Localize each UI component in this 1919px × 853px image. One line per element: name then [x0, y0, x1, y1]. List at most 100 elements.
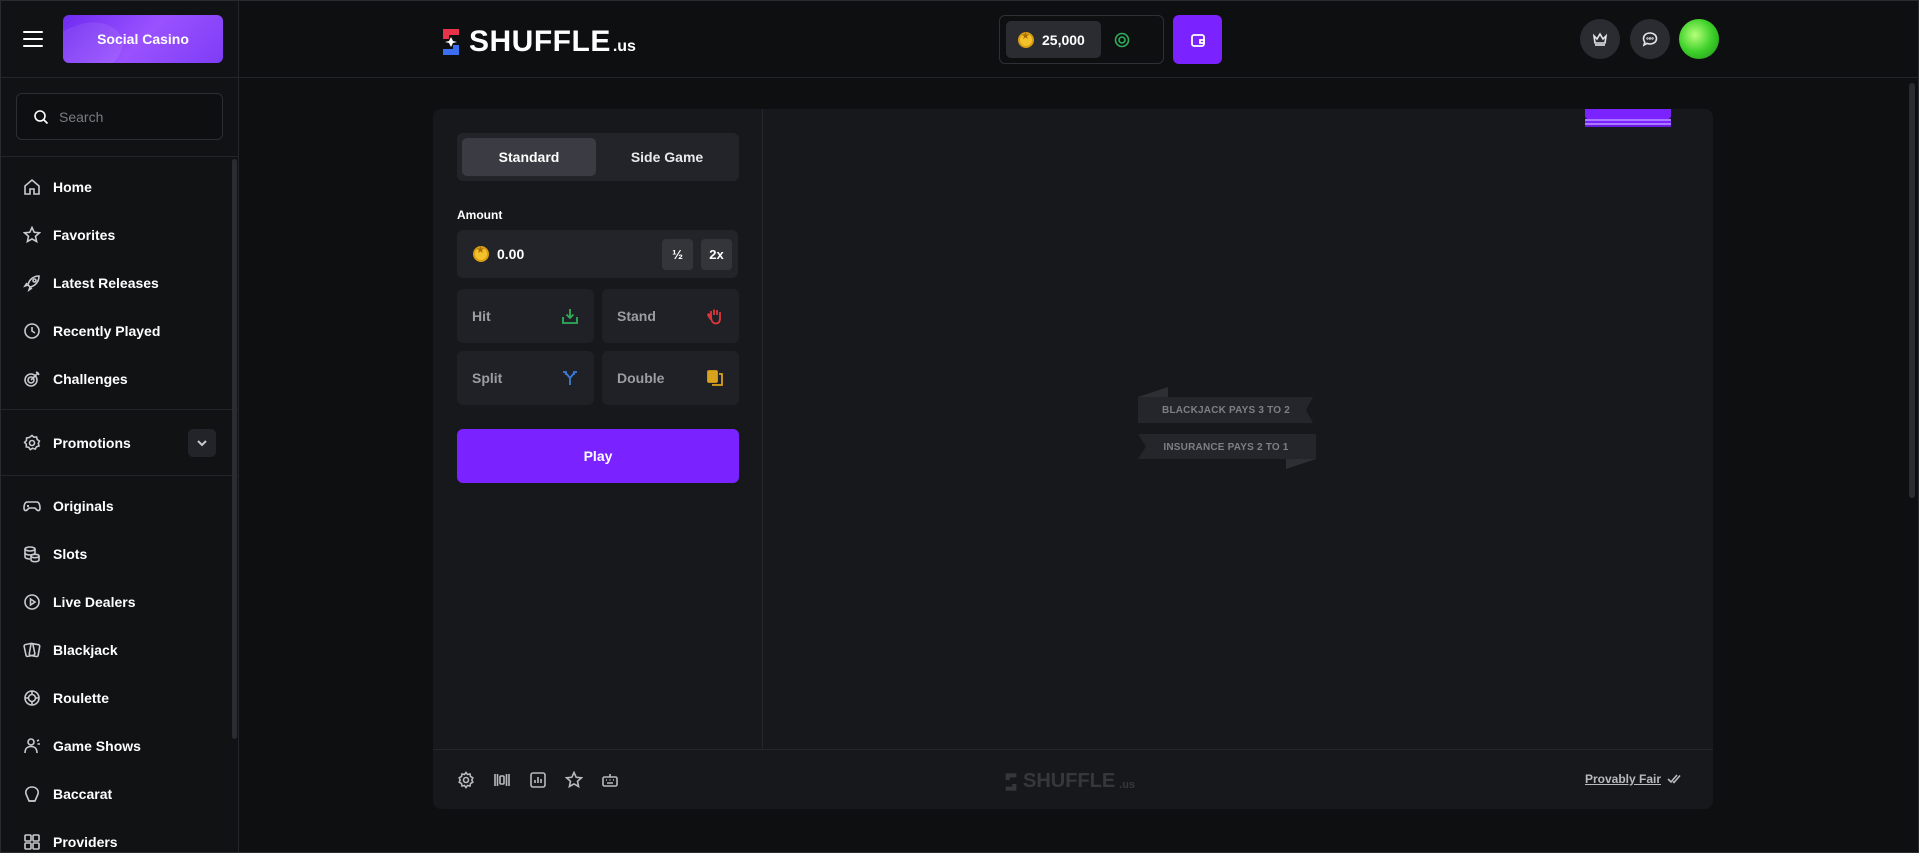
fairness-bars-icon[interactable] — [493, 771, 511, 789]
double-check-icon — [1667, 774, 1681, 784]
sidebar-item-label: Favorites — [53, 227, 116, 243]
footer-logo-text: SHUFFLE — [1023, 770, 1116, 792]
keyboard-icon[interactable] — [601, 771, 619, 789]
providers-icon — [24, 834, 40, 850]
sidebar-item-game-shows[interactable]: Game Shows — [1, 722, 238, 770]
split-label: Split — [472, 370, 503, 386]
mode-tabs: Standard Side Game — [457, 133, 739, 181]
sidebar-scrollbar[interactable] — [232, 159, 237, 739]
blackjack-game: Standard Side Game Amount ½ 2x Hit Stand — [433, 109, 1713, 809]
sidebar-item-promotions[interactable]: Promotions — [1, 410, 238, 476]
star-icon — [23, 226, 41, 244]
sidebar-item-label: Live Dealers — [53, 594, 136, 610]
logo-text: SHUFFLE — [469, 25, 611, 58]
roulette-icon — [24, 690, 40, 706]
bonus-target-button[interactable] — [1107, 25, 1137, 55]
gamepad-icon — [23, 501, 41, 512]
amount-input[interactable] — [497, 246, 654, 262]
sidebar-search — [1, 78, 238, 157]
social-casino-label: Social Casino — [97, 31, 189, 47]
double-icon — [707, 370, 723, 386]
stand-button[interactable]: Stand — [602, 289, 739, 343]
coins-icon — [24, 546, 40, 563]
sidebar-item-label: Slots — [53, 546, 88, 562]
crown-icon — [1592, 32, 1608, 46]
sidebar-item-favorites[interactable]: Favorites — [1, 211, 238, 259]
balance-selector[interactable]: 25,000 — [1006, 21, 1101, 58]
sidebar-item-label: Baccarat — [53, 786, 113, 802]
settings-icon[interactable] — [457, 770, 475, 789]
play-circle-icon — [24, 594, 40, 610]
sidebar-item-home[interactable]: Home — [1, 163, 238, 211]
sidebar-item-label: Providers — [53, 834, 118, 850]
social-casino-button[interactable]: Social Casino — [63, 15, 223, 63]
sidebar-item-label: Blackjack — [53, 642, 118, 658]
cards-icon — [23, 642, 41, 658]
tab-standard[interactable]: Standard — [462, 138, 596, 176]
insurance-payout-banner: INSURANCE PAYS 2 TO 1 — [1163, 441, 1289, 453]
balance-amount: 25,000 — [1042, 31, 1085, 48]
avatar[interactable] — [1679, 19, 1719, 59]
vip-button[interactable] — [1580, 19, 1620, 59]
sidebar-item-providers[interactable]: Providers — [1, 818, 238, 852]
search-input[interactable] — [59, 108, 199, 125]
sidebar-item-slots[interactable]: Slots — [1, 530, 238, 578]
footer-logo-suffix: .us — [1119, 778, 1136, 791]
presenter-icon — [24, 738, 40, 754]
chevron-down-icon — [197, 439, 207, 446]
app-root: Social Casino Home Favorites Latest Rele… — [0, 0, 1919, 853]
tab-side-game[interactable]: Side Game — [600, 138, 734, 176]
gear-badge-icon — [23, 433, 41, 451]
sidebar-item-roulette[interactable]: Roulette — [1, 674, 238, 722]
top-header: SHUFFLE .us 25,000 — [239, 1, 1918, 78]
hit-label: Hit — [472, 308, 491, 324]
target-icon — [1114, 32, 1130, 47]
shuffle-logo-icon — [1005, 772, 1017, 791]
sidebar-item-label: Recently Played — [53, 323, 161, 339]
sidebar-item-label: Originals — [53, 498, 114, 514]
sidebar-item-recently-played[interactable]: Recently Played — [1, 307, 238, 355]
stats-icon[interactable] — [529, 771, 547, 789]
search-box[interactable] — [16, 93, 223, 140]
balance-box: 25,000 — [999, 15, 1164, 64]
hit-icon — [562, 309, 578, 324]
coin-icon — [1018, 31, 1034, 48]
sidebar-item-label: Game Shows — [53, 738, 141, 754]
action-buttons: Hit Stand Split Double — [457, 289, 739, 405]
menu-icon[interactable] — [23, 31, 43, 47]
split-button[interactable]: Split — [457, 351, 594, 405]
double-button[interactable]: Double — [602, 351, 739, 405]
sidebar-item-latest-releases[interactable]: Latest Releases — [1, 259, 238, 307]
sidebar-item-label: Latest Releases — [53, 275, 159, 291]
half-bet-button[interactable]: ½ — [662, 238, 693, 270]
sidebar-item-live-dealers[interactable]: Live Dealers — [1, 578, 238, 626]
sidebar-item-label: Roulette — [53, 690, 109, 706]
baccarat-icon — [25, 786, 39, 802]
coin-icon — [473, 245, 489, 262]
home-icon — [24, 178, 40, 195]
stand-label: Stand — [617, 308, 656, 324]
provably-fair-link[interactable]: Provably Fair — [1585, 772, 1681, 786]
split-icon — [563, 371, 577, 385]
chat-icon — [1642, 32, 1658, 47]
promotions-label: Promotions — [53, 434, 131, 451]
brand-logo[interactable]: SHUFFLE .us — [439, 25, 636, 59]
sidebar-item-blackjack[interactable]: Blackjack — [1, 626, 238, 674]
page-scrollbar[interactable] — [1909, 83, 1915, 498]
target-icon — [24, 371, 40, 387]
provably-fair-label: Provably Fair — [1584, 772, 1661, 786]
wallet-button[interactable] — [1173, 15, 1222, 64]
sidebar-item-originals[interactable]: Originals — [1, 482, 238, 530]
wallet-icon — [1190, 33, 1205, 47]
clock-icon — [24, 323, 40, 339]
favorite-star-icon[interactable] — [565, 770, 583, 789]
sidebar-item-baccarat[interactable]: Baccarat — [1, 770, 238, 818]
blackjack-payout-banner: BLACKJACK PAYS 3 TO 2 — [1162, 404, 1290, 416]
promotions-expand-button[interactable] — [188, 428, 216, 457]
sidebar-item-challenges[interactable]: Challenges — [1, 355, 238, 403]
hit-button[interactable]: Hit — [457, 289, 594, 343]
chat-button[interactable] — [1630, 19, 1670, 59]
double-bet-button[interactable]: 2x — [701, 238, 732, 270]
footer-logo: SHUFFLE .us — [1003, 770, 1135, 793]
play-button[interactable]: Play — [457, 429, 739, 483]
